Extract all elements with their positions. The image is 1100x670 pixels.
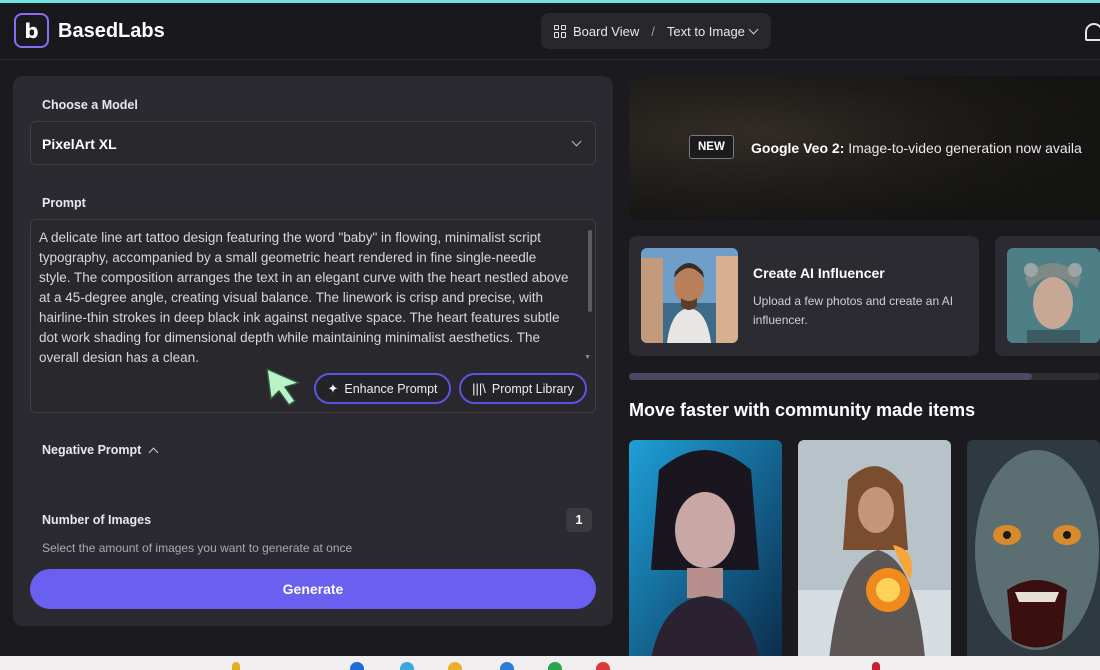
brand-logo[interactable]: b bbox=[14, 13, 49, 48]
brand-name[interactable]: BasedLabs bbox=[58, 20, 165, 43]
card-title: Create AI Influencer bbox=[753, 265, 885, 281]
feature-card-ai-influencer[interactable]: Create AI Influencer Upload a few photos… bbox=[629, 236, 979, 356]
generation-form-panel: Choose a Model PixelArt XL Prompt A deli… bbox=[13, 76, 613, 626]
prompt-library-label: Prompt Library bbox=[491, 381, 574, 396]
grid-icon bbox=[554, 24, 567, 38]
community-item[interactable] bbox=[629, 440, 782, 670]
taskbar-app-icon[interactable] bbox=[500, 662, 514, 670]
prompt-scrollbar[interactable] bbox=[588, 230, 592, 312]
card-description: Upload a few photos and create an AI inf… bbox=[753, 294, 954, 327]
top-header: b BasedLabs Board View / Text to Image bbox=[0, 3, 1100, 60]
prompt-library-button[interactable]: |||\ Prompt Library bbox=[459, 373, 587, 404]
feature-card-next[interactable] bbox=[995, 236, 1100, 356]
taskbar-app-icon[interactable] bbox=[232, 662, 240, 670]
new-badge: NEW bbox=[689, 135, 734, 159]
breadcrumb-separator: / bbox=[651, 23, 655, 39]
community-item[interactable] bbox=[798, 440, 951, 670]
banner-description: Image-to-video generation now availa bbox=[844, 140, 1082, 156]
chevron-up-icon bbox=[148, 447, 159, 457]
taskbar-app-icon[interactable] bbox=[400, 662, 414, 670]
announcement-banner[interactable]: NEW Google Veo 2: Image-to-video generat… bbox=[629, 76, 1100, 220]
scroll-down-arrow-icon[interactable]: ▼ bbox=[584, 354, 591, 361]
sparkle-icon: ✦ bbox=[327, 380, 339, 396]
logo-letter: b bbox=[24, 18, 39, 43]
negative-prompt-label: Negative Prompt bbox=[42, 443, 142, 457]
banner-headline: Google Veo 2: bbox=[751, 140, 845, 156]
prompt-label: Prompt bbox=[42, 196, 86, 210]
number-of-images-value[interactable]: 1 bbox=[566, 508, 592, 532]
cards-scrollbar-thumb[interactable] bbox=[629, 373, 1032, 380]
community-item[interactable] bbox=[967, 440, 1100, 670]
prompt-textarea[interactable]: A delicate line art tattoo design featur… bbox=[30, 219, 596, 413]
community-section-title: Move faster with community made items bbox=[629, 400, 976, 420]
enhance-prompt-label: Enhance Prompt bbox=[344, 381, 438, 396]
breadcrumb: Board View / Text to Image bbox=[541, 13, 771, 49]
model-select-value: PixelArt XL bbox=[42, 136, 117, 152]
banner-text: Google Veo 2: Image-to-video generation … bbox=[751, 140, 1082, 156]
prompt-text: A delicate line art tattoo design featur… bbox=[39, 230, 569, 362]
model-select[interactable]: PixelArt XL bbox=[30, 121, 596, 165]
breadcrumb-board-view[interactable]: Board View bbox=[573, 24, 639, 39]
enhance-prompt-button[interactable]: ✦ Enhance Prompt bbox=[314, 373, 451, 404]
feature-card-thumbnail bbox=[1007, 248, 1100, 343]
breadcrumb-current[interactable]: Text to Image bbox=[667, 24, 745, 39]
taskbar-app-icon[interactable] bbox=[448, 662, 462, 670]
taskbar-app-icon[interactable] bbox=[872, 662, 880, 670]
chevron-down-icon bbox=[571, 136, 582, 147]
library-icon: |||\ bbox=[472, 381, 486, 396]
number-of-images-help: Select the amount of images you want to … bbox=[42, 541, 353, 555]
bell-icon[interactable] bbox=[1085, 23, 1100, 41]
taskbar-app-icon[interactable] bbox=[350, 662, 364, 670]
influencer-thumbnail bbox=[641, 248, 738, 343]
taskbar-app-icon[interactable] bbox=[548, 662, 562, 670]
negative-prompt-toggle[interactable]: Negative Prompt bbox=[42, 443, 159, 457]
number-of-images-label: Number of Images bbox=[42, 513, 152, 527]
mouse-pointer-icon bbox=[266, 368, 300, 406]
chevron-down-icon[interactable] bbox=[748, 24, 759, 34]
model-label: Choose a Model bbox=[42, 98, 138, 112]
generate-button[interactable]: Generate bbox=[30, 569, 596, 609]
cards-horizontal-scrollbar[interactable] bbox=[629, 373, 1100, 380]
taskbar-app-icon[interactable] bbox=[596, 662, 610, 670]
